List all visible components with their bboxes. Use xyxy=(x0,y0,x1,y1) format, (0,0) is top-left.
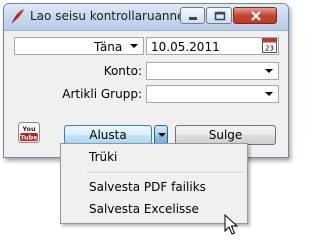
chevron-down-icon xyxy=(265,69,273,73)
date-value: 10.05.2011 xyxy=(151,40,220,54)
minimize-icon xyxy=(189,17,197,20)
chevron-down-icon xyxy=(158,133,166,137)
calendar-icon[interactable]: 23 xyxy=(262,37,277,53)
youtube-tube-text: Tube xyxy=(20,134,38,142)
svg-text:23: 23 xyxy=(265,45,274,53)
report-window: Lao seisu kontrollaruanne Täna 10.05.201… xyxy=(3,3,289,158)
date-mode-select[interactable]: Täna xyxy=(14,37,144,55)
close-window-button[interactable] xyxy=(233,7,277,24)
title-bar[interactable]: Lao seisu kontrollaruanne xyxy=(4,4,288,31)
artikli-grupp-select[interactable] xyxy=(146,85,279,103)
menu-item-save-excel[interactable]: Salvesta Excelisse xyxy=(89,202,199,216)
youtube-icon[interactable]: You Tube xyxy=(18,122,40,143)
maximize-button[interactable] xyxy=(206,7,232,24)
chevron-down-icon xyxy=(265,92,273,96)
artikli-grupp-label: Artikli Grupp: xyxy=(62,87,142,101)
minimize-button[interactable] xyxy=(180,7,205,24)
chevron-down-icon xyxy=(130,44,138,48)
menu-item-save-pdf[interactable]: Salvesta PDF failiks xyxy=(89,180,206,194)
youtube-you-text: You xyxy=(21,125,36,133)
menu-item-print[interactable]: Trüki xyxy=(89,150,117,164)
date-field[interactable]: 10.05.2011 xyxy=(146,37,279,55)
mouse-pointer-icon xyxy=(224,214,239,235)
start-button[interactable]: Alusta xyxy=(64,125,152,145)
app-feather-icon xyxy=(11,9,24,24)
close-button[interactable]: Sulge xyxy=(175,125,276,145)
menu-separator xyxy=(87,172,245,174)
window-title: Lao seisu kontrollaruanne xyxy=(30,9,185,23)
close-icon xyxy=(251,11,261,21)
start-options-menu: Trüki Salvesta PDF failiks Salvesta Exce… xyxy=(60,143,248,224)
start-dropdown-button[interactable] xyxy=(154,125,168,145)
date-mode-value: Täna xyxy=(94,40,123,54)
konto-select[interactable] xyxy=(146,62,279,80)
maximize-icon xyxy=(214,11,226,21)
konto-label: Konto: xyxy=(103,64,142,78)
